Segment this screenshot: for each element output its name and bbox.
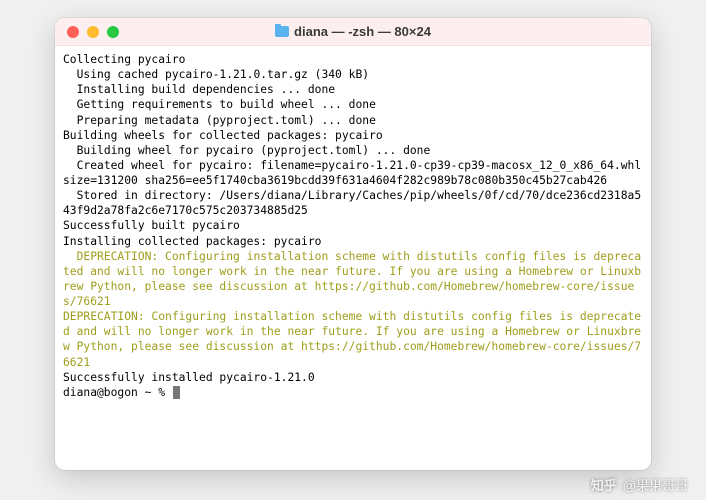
cursor-icon xyxy=(173,386,180,399)
terminal-line: Building wheel for pycairo (pyproject.to… xyxy=(63,143,645,158)
terminal-window: diana — -zsh — 80×24 Collecting pycairo … xyxy=(55,18,651,470)
terminal-line: Using cached pycairo-1.21.0.tar.gz (340 … xyxy=(63,67,645,82)
terminal-line: Collecting pycairo xyxy=(63,52,645,67)
terminal-prompt[interactable]: diana@bogon ~ % xyxy=(63,385,645,400)
watermark-text: @果果哥哥 xyxy=(623,478,688,493)
window-titlebar[interactable]: diana — -zsh — 80×24 xyxy=(55,18,651,46)
terminal-line: Successfully installed pycairo-1.21.0 xyxy=(63,370,645,385)
terminal-line: Getting requirements to build wheel ... … xyxy=(63,97,645,112)
close-icon[interactable] xyxy=(67,26,79,38)
window-title-text: diana — -zsh — 80×24 xyxy=(294,24,431,39)
traffic-lights xyxy=(55,26,119,38)
watermark-logo: 知乎 xyxy=(591,475,617,494)
terminal-line: Preparing metadata (pyproject.toml) ... … xyxy=(63,113,645,128)
window-title: diana — -zsh — 80×24 xyxy=(55,24,651,39)
terminal-line: Created wheel for pycairo: filename=pyca… xyxy=(63,158,645,188)
maximize-icon[interactable] xyxy=(107,26,119,38)
terminal-line: DEPRECATION: Configuring installation sc… xyxy=(63,309,645,370)
terminal-line: Successfully built pycairo xyxy=(63,218,645,233)
folder-icon xyxy=(275,26,289,37)
terminal-output[interactable]: Collecting pycairo Using cached pycairo-… xyxy=(55,46,651,470)
terminal-line: Installing build dependencies ... done xyxy=(63,82,645,97)
terminal-line: Installing collected packages: pycairo xyxy=(63,234,645,249)
terminal-line: Stored in directory: /Users/diana/Librar… xyxy=(63,188,645,218)
terminal-line: DEPRECATION: Configuring installation sc… xyxy=(63,249,645,310)
minimize-icon[interactable] xyxy=(87,26,99,38)
watermark: 知乎 @果果哥哥 xyxy=(591,475,688,494)
terminal-line: Building wheels for collected packages: … xyxy=(63,128,645,143)
